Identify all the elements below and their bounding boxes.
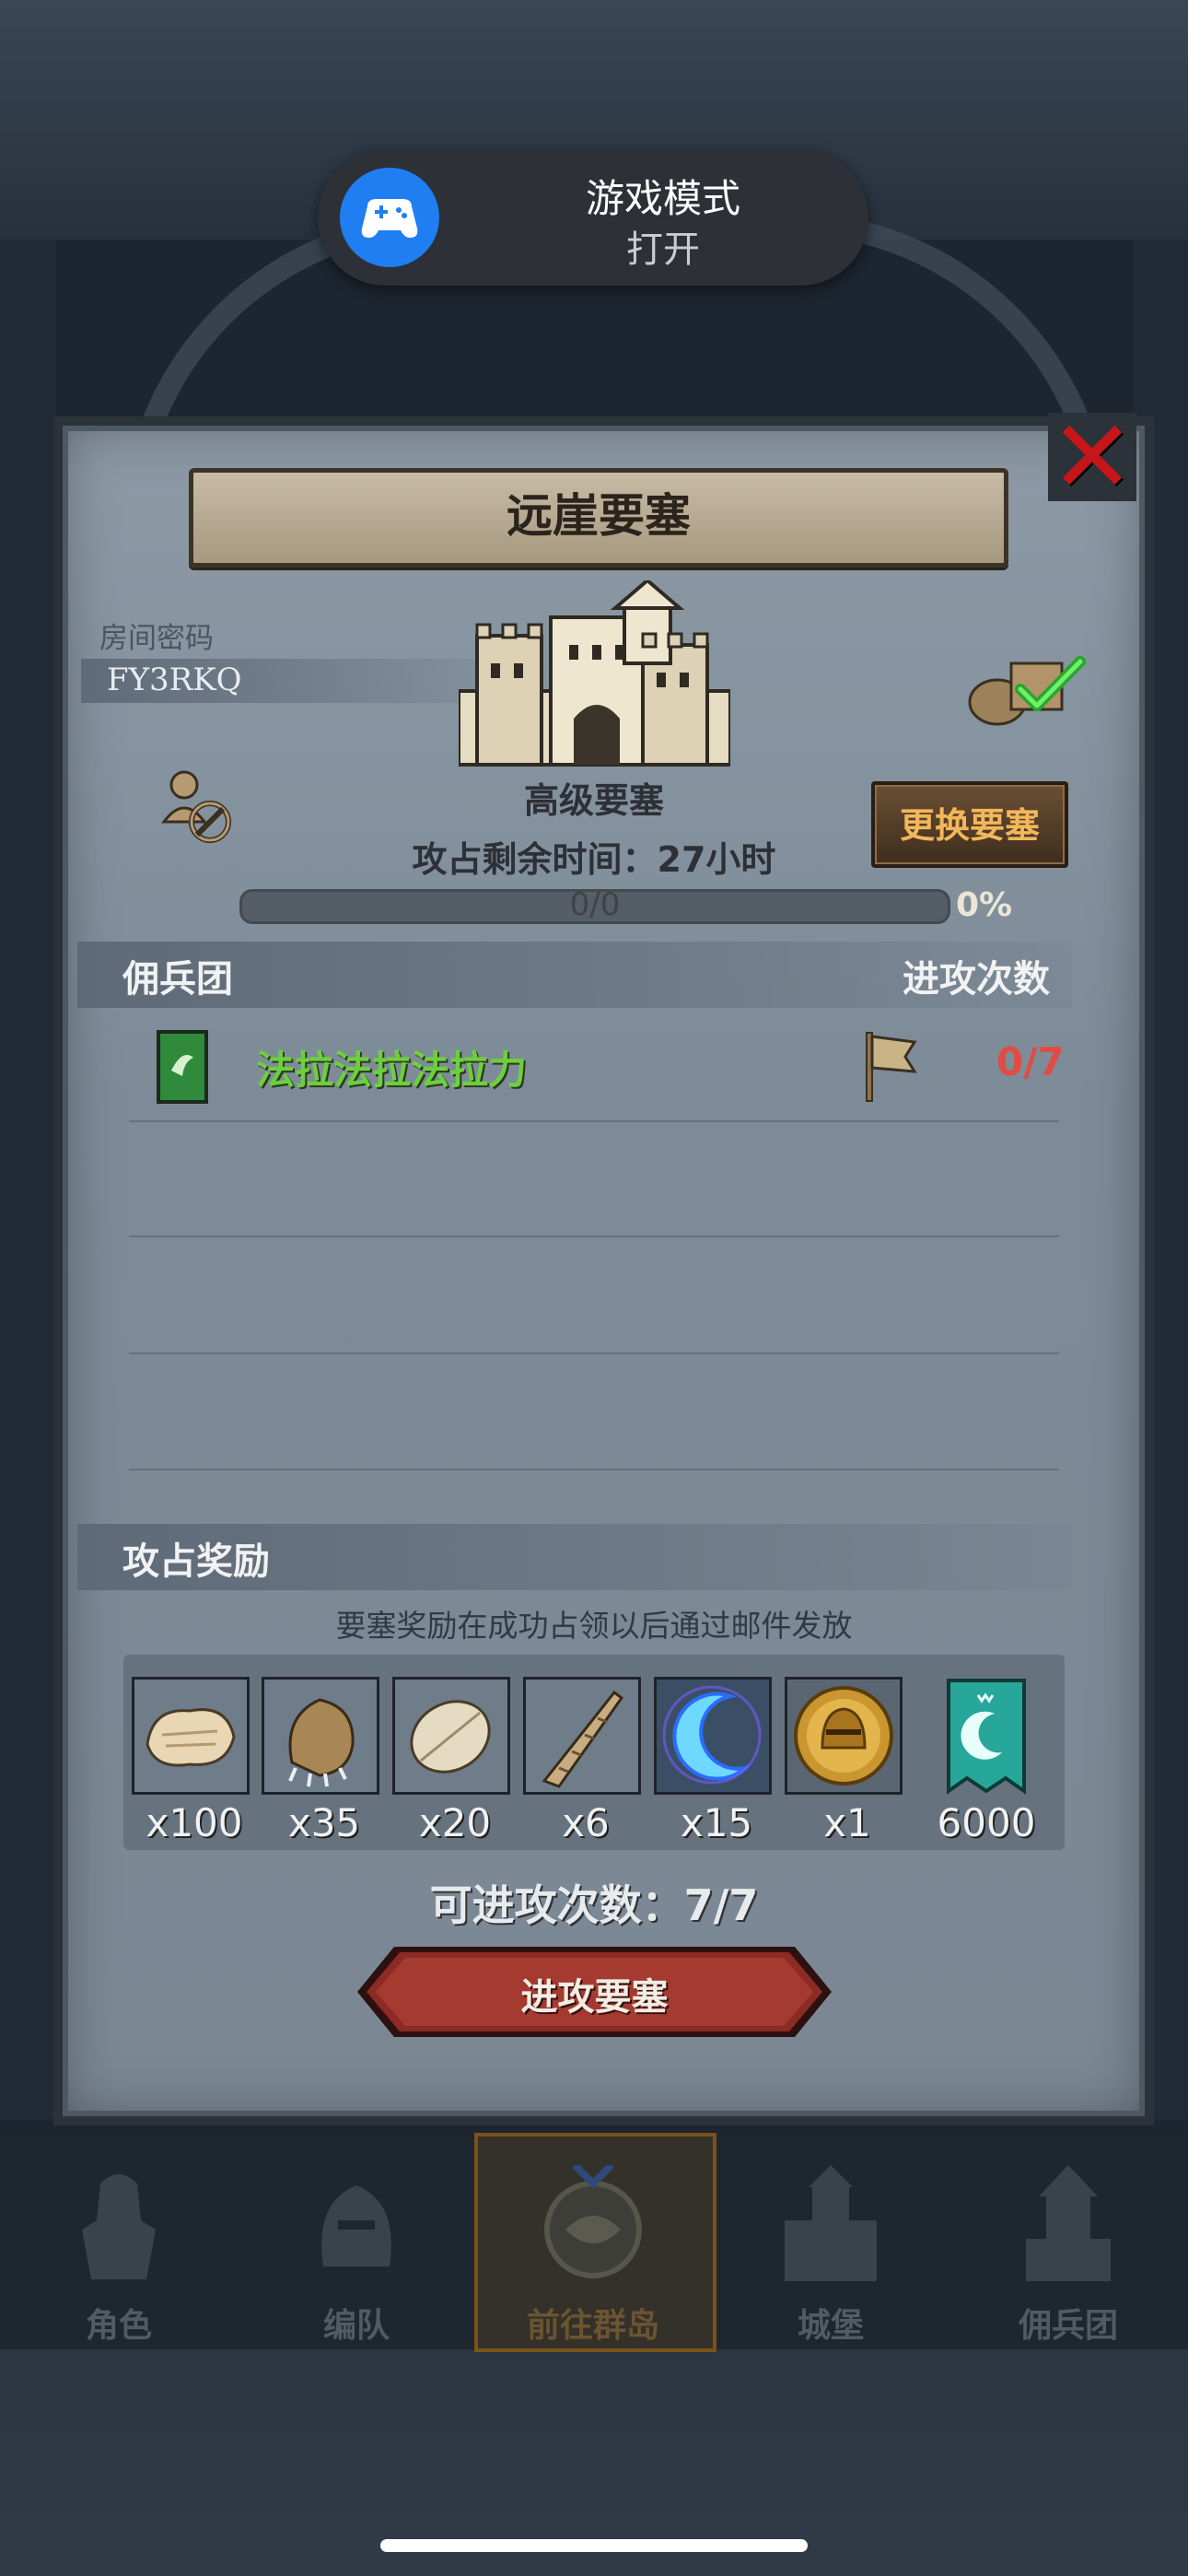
reward-qty: x100 [146, 1800, 243, 1845]
nav-item-castle[interactable]: 城堡 [712, 2137, 949, 2349]
nav-item-mercenary[interactable]: 佣兵团 [949, 2137, 1187, 2349]
reward-slot-moon-orb[interactable] [654, 1677, 772, 1795]
guild-attack-count: 0/7 [996, 1039, 1065, 1084]
reward-note: 要塞奖励在成功占领以后通过邮件发放 [335, 1608, 853, 1644]
capture-progress-percent: 0% [956, 886, 1013, 924]
reward-qty: x15 [680, 1800, 753, 1845]
background-left [0, 240, 55, 2119]
reward-slot-horn[interactable] [523, 1677, 641, 1795]
reward-qty: 6000 [937, 1800, 1036, 1845]
reward-qty: x1 [823, 1800, 871, 1845]
feather-icon [395, 1680, 507, 1792]
nav-label: 角色 [85, 2307, 152, 2345]
no-player-icon[interactable] [158, 767, 237, 845]
row-divider [129, 1235, 1059, 1237]
reward-slot-medal[interactable] [785, 1677, 903, 1795]
close-button[interactable]: ✕ [1048, 398, 1136, 516]
reward-slot-feather[interactable] [392, 1677, 510, 1795]
change-fortress-label: 更换要塞 [899, 805, 1040, 846]
room-code-label: 房间密码 [99, 622, 214, 655]
game-mode-title: 游戏模式 [585, 176, 740, 221]
reward-qty: x35 [287, 1800, 361, 1845]
loot-collected-icon[interactable] [965, 645, 1094, 728]
reward-slot-fur[interactable] [132, 1677, 250, 1795]
game-mode-status: 打开 [626, 228, 700, 271]
attack-fortress-label: 进攻要塞 [520, 1976, 669, 2019]
row-divider [129, 1120, 1059, 1122]
fortress-castle-icon [457, 578, 732, 769]
fortress-level: 高级要塞 [523, 780, 664, 821]
attack-flag-icon [861, 1029, 920, 1103]
tower-icon [1013, 2165, 1124, 2285]
capture-time-remaining: 攻占剩余时间：27小时 [412, 839, 776, 880]
close-icon: ✕ [1049, 398, 1136, 516]
nav-label: 前往群岛 [526, 2307, 659, 2345]
home-indicator[interactable] [380, 2539, 808, 2552]
available-attacks: 可进攻次数：7/7 [429, 1880, 759, 1930]
game-mode-notification[interactable]: 游戏模式 打开 [318, 149, 868, 286]
nav-label: 编队 [322, 2307, 390, 2345]
guild-banner-icon[interactable] [941, 1677, 1031, 1795]
castle-icon [775, 2165, 886, 2285]
fur-pelt-icon [134, 1680, 247, 1792]
nav-label: 佣兵团 [1018, 2307, 1118, 2345]
capture-progress-text: 0/0 [569, 886, 621, 923]
guild-emblem-icon [157, 1030, 208, 1104]
dialog-title: 远崖要塞 [507, 489, 691, 543]
attack-count-column-header: 进攻次数 [903, 958, 1050, 1001]
gamepad-icon [340, 168, 439, 267]
nav-item-islands[interactable]: 前往群岛 [474, 2137, 712, 2349]
row-divider [129, 1352, 1059, 1354]
row-divider [129, 1469, 1059, 1470]
crescent-moon-orb-icon [657, 1680, 769, 1792]
knight-icon [64, 2165, 174, 2285]
claw-paw-icon [264, 1680, 377, 1792]
room-code-value[interactable]: FY3RKQ [107, 662, 242, 698]
nav-item-formation[interactable]: 编队 [238, 2137, 475, 2349]
golden-helmet-medal-icon [787, 1680, 900, 1792]
reward-qty: x6 [562, 1800, 610, 1845]
reward-qty: x20 [418, 1800, 492, 1845]
reward-header: 攻占奖励 [122, 1540, 270, 1583]
horn-icon [526, 1680, 638, 1792]
nav-item-character[interactable]: 角色 [0, 2137, 238, 2349]
island-compass-icon [538, 2162, 648, 2285]
nav-label: 城堡 [797, 2307, 864, 2345]
reward-slot-claw[interactable] [262, 1677, 379, 1795]
guild-name[interactable]: 法拉法拉法拉力 [256, 1039, 527, 1095]
helmet-icon [301, 2165, 412, 2285]
mercenary-column-header: 佣兵团 [122, 958, 233, 1001]
